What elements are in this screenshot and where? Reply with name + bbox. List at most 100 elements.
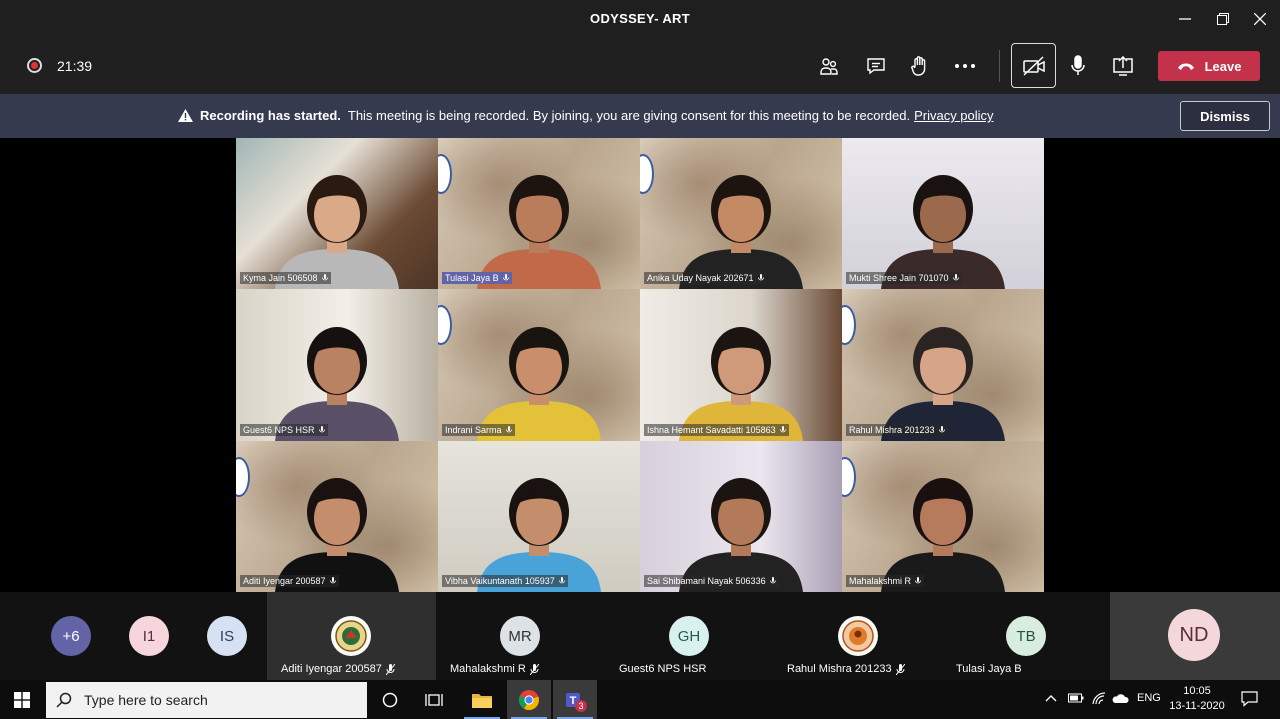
participant-name-tag: Mukti Shree Jain 701070 [846, 272, 962, 285]
participant-name-tag: Sai Shibamani Nayak 506336 [644, 574, 779, 587]
file-explorer-icon[interactable] [460, 680, 504, 719]
participant-name: Mahalakshmi R [849, 575, 912, 586]
chat-icon[interactable] [862, 52, 890, 80]
participant-name: Aditi Iyengar 200587 [243, 575, 326, 586]
mic-muted-icon [321, 274, 328, 281]
participant-video-icon [275, 326, 399, 441]
school-emblem-icon [838, 616, 878, 656]
privacy-policy-link[interactable]: Privacy policy [914, 108, 993, 123]
recording-icon [27, 58, 42, 73]
dismiss-button[interactable]: Dismiss [1180, 101, 1270, 131]
system-clock[interactable]: 10:05 13-11-2020 [1167, 684, 1227, 714]
school-logo-icon [842, 305, 856, 346]
chevron-up-icon[interactable] [1045, 693, 1057, 705]
participant-cell[interactable]: TB Tulasi Jaya B [943, 592, 1110, 680]
taskbar-search-box[interactable]: Type here to search [46, 682, 367, 718]
video-tile[interactable]: Indrani Sarma [438, 289, 640, 441]
mic-muted-icon [505, 425, 512, 432]
windows-logo-icon [14, 691, 30, 708]
cortana-icon[interactable] [368, 680, 412, 719]
notifications-icon[interactable] [1241, 691, 1258, 710]
warning-icon [178, 109, 193, 122]
microphone-icon[interactable] [1064, 52, 1092, 80]
participant-cell[interactable]: Rahul Mishra 201233 [774, 592, 943, 680]
participant-name: Anika Uday Nayak 202671 [647, 273, 754, 284]
camera-off-icon [1022, 55, 1045, 76]
banner-text: This meeting is being recorded. By joini… [347, 108, 911, 123]
participant-strip: +6 I1 IS Aditi Iyengar 200587 MR Mahalak… [0, 592, 1280, 680]
video-tile[interactable]: Anika Uday Nayak 202671 [640, 138, 842, 290]
mic-muted-icon [952, 274, 959, 281]
wifi-icon[interactable] [1092, 692, 1107, 708]
participant-name: Tulasi Jaya B [445, 273, 499, 284]
participant-name-tag: Kyma Jain 506508 [240, 272, 331, 285]
video-tile[interactable]: Tulasi Jaya B [438, 138, 640, 290]
minimize-icon[interactable] [1172, 6, 1198, 32]
participant-video-icon [881, 326, 1005, 441]
mic-muted-icon [529, 663, 539, 675]
camera-off-button[interactable] [1011, 43, 1056, 88]
language-indicator[interactable]: ENG [1137, 692, 1161, 704]
video-tile[interactable]: Ishna Hemant Savadatti 105863 [640, 289, 842, 441]
clock-date: 13-11-2020 [1169, 700, 1225, 712]
participant-video-icon [679, 326, 803, 441]
raise-hand-icon[interactable] [906, 52, 934, 80]
more-options-icon[interactable] [951, 52, 979, 80]
mic-muted-icon [558, 576, 565, 584]
chrome-icon[interactable] [507, 680, 551, 719]
task-view-icon[interactable] [412, 680, 456, 719]
participant-name: Ishna Hemant Savadatti 105863 [647, 424, 776, 435]
self-preview[interactable]: ND [1110, 592, 1280, 680]
mic-muted-icon [318, 425, 325, 432]
school-emblem-icon [331, 616, 371, 656]
meeting-timer: 21:39 [57, 58, 93, 74]
participant-name: Rahul Mishra 201233 [849, 424, 935, 435]
video-tile[interactable]: Mahalakshmi R [842, 440, 1044, 592]
meeting-toolbar: 21:39 Leave [0, 38, 1280, 94]
school-logo-icon [438, 154, 452, 194]
participant-name: Guest6 NPS HSR [243, 424, 315, 435]
participant-name: Aditi Iyengar 200587 [281, 663, 395, 675]
video-tile[interactable]: Aditi Iyengar 200587 [236, 440, 438, 592]
video-tile[interactable]: Guest6 NPS HSR [236, 289, 438, 441]
video-tile[interactable]: Rahul Mishra 201233 [842, 289, 1044, 441]
participant-name-tag: Vibha Vaikuntanath 105937 [442, 574, 568, 587]
participant-video-icon [679, 477, 803, 592]
participant-name-tag: Mahalakshmi R [846, 574, 925, 587]
participant-cell[interactable]: GH Guest6 NPS HSR [605, 592, 774, 680]
video-grid: Kyma Jain 506508 Tulasi Jaya B Anika Uday … [236, 138, 1044, 592]
participant-name: Vibha Vaikuntanath 105937 [445, 575, 555, 586]
windows-start-button[interactable] [0, 680, 44, 719]
more-participants-button[interactable]: +6 [51, 616, 91, 656]
school-logo-icon [842, 456, 856, 497]
participant-name: Kyma Jain 506508 [243, 273, 318, 284]
onedrive-icon[interactable] [1112, 693, 1129, 706]
participant-name: Guest6 NPS HSR [619, 663, 707, 675]
close-icon[interactable] [1247, 6, 1273, 32]
participants-icon[interactable] [815, 52, 843, 80]
video-tile[interactable]: Mukti Shree Jain 701070 [842, 138, 1044, 290]
leave-label: Leave [1204, 58, 1242, 74]
video-tile[interactable]: Kyma Jain 506508 [236, 138, 438, 290]
leave-button[interactable]: Leave [1158, 51, 1260, 81]
share-screen-icon[interactable] [1109, 52, 1137, 80]
video-tile[interactable]: Sai Shibamani Nayak 506336 [640, 440, 842, 592]
participant-name: Tulasi Jaya B [956, 663, 1022, 675]
search-icon [56, 692, 72, 708]
participant-cell[interactable]: Aditi Iyengar 200587 [267, 592, 436, 680]
mic-muted-icon [779, 425, 786, 432]
video-tile[interactable]: Vibha Vaikuntanath 105937 [438, 440, 640, 592]
participant-video-icon [679, 175, 803, 290]
avatar[interactable]: I1 [129, 616, 169, 656]
mic-muted-icon [757, 274, 764, 281]
teams-window: ODYSSEY- ART 21:39 Leave Recording has s… [0, 0, 1280, 719]
mic-muted-icon [938, 425, 945, 432]
maximize-icon[interactable] [1210, 6, 1236, 32]
mic-muted-icon [329, 576, 336, 584]
participant-name: Sai Shibamani Nayak 506336 [647, 575, 766, 586]
participant-cell[interactable]: MR Mahalakshmi R [436, 592, 605, 680]
avatar[interactable]: IS [207, 616, 247, 656]
teams-icon[interactable]: T 3 [553, 680, 597, 719]
battery-icon[interactable] [1068, 693, 1084, 706]
participant-name-tag: Anika Uday Nayak 202671 [644, 272, 767, 285]
